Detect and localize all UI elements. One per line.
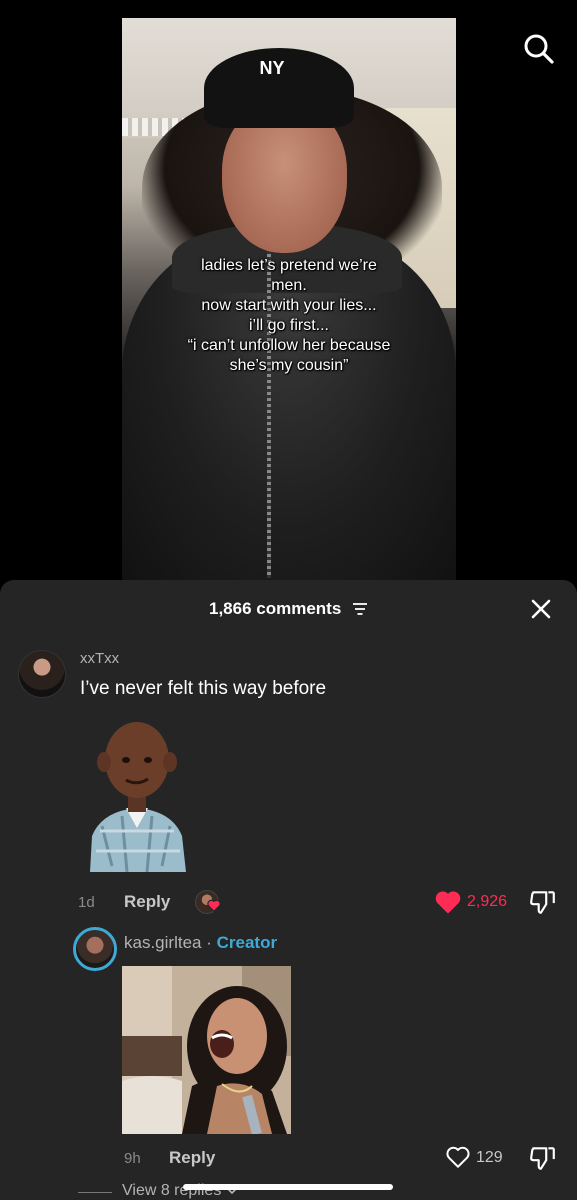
comments-count: 1,866 comments — [208, 598, 342, 618]
caption-line: men. — [271, 277, 307, 294]
like-count: 2,926 — [467, 893, 508, 910]
creator-avatar[interactable] — [73, 927, 117, 971]
caption-line: “i can’t unfollow her because — [187, 337, 391, 354]
commenter-avatar[interactable] — [18, 650, 66, 698]
reply-username-line: kas.girltea · Creator — [124, 933, 277, 953]
comment-sticker[interactable] — [82, 716, 192, 872]
reply-like-count: 129 — [476, 1149, 503, 1166]
like-heart-outline-icon[interactable] — [445, 1145, 471, 1169]
comment-text: I’ve never felt this way before — [80, 678, 327, 699]
caption-line: now start with your lies... — [201, 297, 377, 314]
comments-header: 1,866 comments — [0, 598, 577, 620]
reply-time: 9h — [124, 1150, 141, 1167]
search-icon — [524, 34, 554, 64]
reply-dislike-icon[interactable] — [530, 1144, 556, 1172]
reply-sticker[interactable] — [122, 966, 291, 1134]
home-indicator[interactable] — [183, 1184, 393, 1190]
separator-dot: · — [206, 933, 212, 952]
caption-line: i’ll go first... — [248, 317, 329, 334]
caption-line: she’s my cousin” — [229, 357, 349, 374]
reply-button[interactable]: Reply — [124, 892, 170, 912]
reply-username[interactable]: kas.girltea — [124, 933, 201, 952]
video-player[interactable]: NY ladies let’s pretend we’re men. now s… — [0, 0, 577, 580]
sort-filter-icon[interactable] — [352, 602, 368, 616]
kid-sticker-image — [90, 722, 186, 872]
comment-username[interactable]: xxTxx — [80, 650, 119, 667]
dislike-icon[interactable] — [530, 888, 556, 916]
creator-label: Creator — [216, 933, 278, 952]
reply-reply-button[interactable]: Reply — [169, 1148, 215, 1168]
caption-line: ladies let’s pretend we’re — [201, 257, 377, 274]
like-heart-icon[interactable] — [434, 889, 462, 915]
comment-time: 1d — [78, 894, 95, 911]
close-icon — [531, 599, 551, 619]
creator-heart-badge-icon — [207, 899, 221, 912]
close-comments-button[interactable] — [530, 598, 552, 620]
video-caption-overlay: ladies let’s pretend we’re men. now star… — [122, 256, 456, 376]
video-frame[interactable]: NY ladies let’s pretend we’re men. now s… — [122, 18, 456, 580]
view-replies-divider — [78, 1192, 112, 1193]
cap-logo: NY — [259, 58, 285, 78]
laughing-woman-sticker-image — [122, 966, 291, 1134]
search-button[interactable] — [522, 32, 556, 66]
